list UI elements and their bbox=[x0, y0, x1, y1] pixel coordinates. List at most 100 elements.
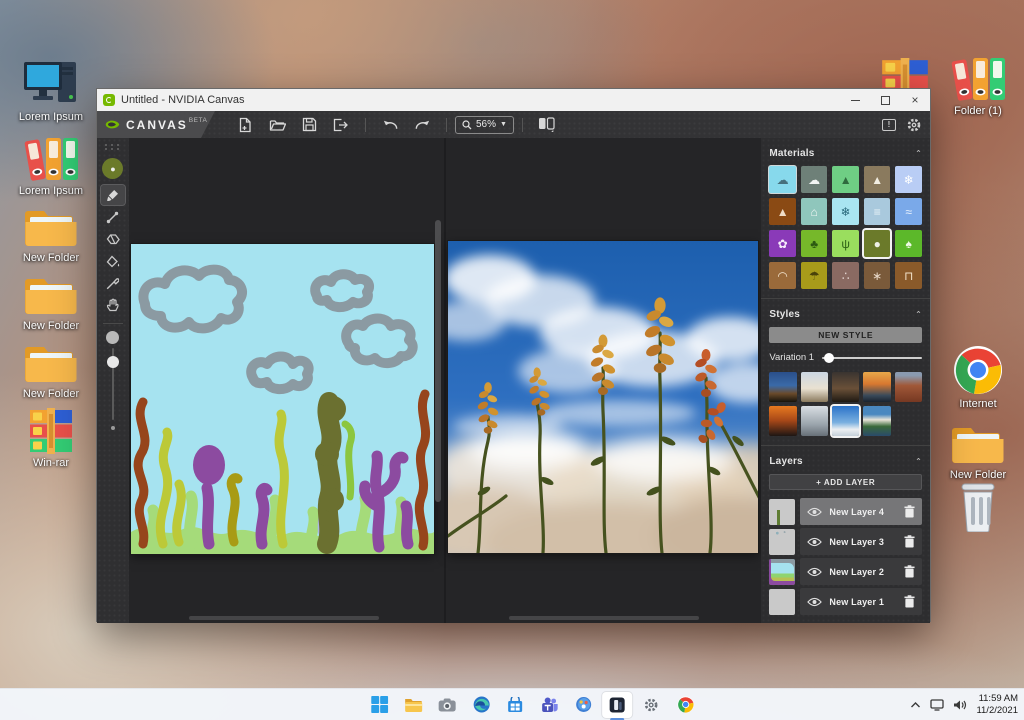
styles-collapse-icon[interactable]: ⌃ bbox=[915, 310, 922, 319]
material-rock[interactable]: ∗ bbox=[863, 262, 891, 289]
layer-thumbnail[interactable] bbox=[769, 588, 796, 615]
canvas-split-divider[interactable] bbox=[443, 138, 446, 623]
material-clouds[interactable]: ☁ bbox=[800, 166, 828, 193]
taskbar-file-explorer[interactable] bbox=[398, 692, 428, 718]
add-layer-button[interactable]: + ADD LAYER bbox=[769, 474, 922, 490]
taskbar-teams[interactable] bbox=[534, 692, 564, 718]
zoom-control[interactable]: 56% ▼ bbox=[455, 115, 514, 134]
layer-delete-trash-icon[interactable] bbox=[904, 565, 915, 578]
desktop-icon-winrar[interactable]: Win-rar bbox=[12, 408, 90, 470]
material-wood[interactable]: ⊓ bbox=[895, 262, 922, 289]
line-tool[interactable] bbox=[101, 207, 125, 227]
taskbar-camera[interactable] bbox=[432, 692, 462, 718]
material-ice[interactable]: ❄ bbox=[832, 198, 859, 225]
fill-tool[interactable] bbox=[101, 251, 125, 271]
feedback-icon[interactable]: ! bbox=[882, 118, 896, 131]
painting-canvas[interactable] bbox=[130, 244, 434, 554]
desktop-icon-lorem-ipsum-binders[interactable]: Lorem Ipsum bbox=[12, 136, 90, 198]
desktop-icon-new-folder-2[interactable]: New Folder bbox=[12, 271, 90, 333]
maximize-button[interactable] bbox=[870, 89, 900, 111]
window-titlebar[interactable]: Untitled - NVIDIA Canvas × bbox=[97, 89, 930, 111]
split-view-button[interactable] bbox=[534, 114, 560, 136]
variation-slider-thumb[interactable] bbox=[824, 352, 835, 363]
right-pane-horizontal-scrollbar[interactable] bbox=[508, 616, 699, 620]
tray-expand-chevron-icon[interactable] bbox=[910, 701, 921, 709]
export-button[interactable] bbox=[328, 114, 354, 136]
style-thumbnail-red-rocks[interactable] bbox=[894, 372, 922, 402]
layer-delete-trash-icon[interactable] bbox=[904, 595, 915, 608]
desktop-icon-lorem-ipsum-pc[interactable]: Lorem Ipsum bbox=[12, 58, 90, 124]
material-flowers[interactable]: ✿ bbox=[769, 230, 796, 257]
styles-header[interactable]: Styles ⌃ bbox=[769, 309, 922, 320]
layer-row-new-layer-2[interactable]: New Layer 2 bbox=[769, 558, 922, 585]
material-grass[interactable]: ψ bbox=[832, 230, 859, 257]
material-trees[interactable]: ♠ bbox=[895, 230, 922, 257]
taskbar-edge[interactable] bbox=[466, 692, 496, 718]
canvas-vertical-scrollbar[interactable] bbox=[434, 220, 441, 502]
layers-collapse-icon[interactable]: ⌃ bbox=[915, 457, 922, 466]
materials-collapse-icon[interactable]: ⌃ bbox=[915, 149, 922, 158]
taskbar-clock[interactable]: 11:59 AM 11/2/2021 bbox=[976, 693, 1018, 717]
taskbar-chrome[interactable] bbox=[670, 692, 700, 718]
save-button[interactable] bbox=[296, 114, 322, 136]
variation-slider[interactable] bbox=[822, 352, 922, 363]
style-thumbnail-dark-canyon[interactable] bbox=[832, 372, 860, 402]
material-fence[interactable]: ≡ bbox=[863, 198, 891, 225]
material-dirt[interactable]: ▲ bbox=[769, 198, 796, 225]
redo-button[interactable] bbox=[409, 114, 435, 136]
desktop-icon-new-folder-1[interactable]: New Folder bbox=[12, 203, 90, 265]
material-bush[interactable]: ♣ bbox=[800, 230, 828, 257]
layer-row-new-layer-4[interactable]: New Layer 4 bbox=[769, 498, 922, 525]
material-mountain[interactable]: ▲ bbox=[863, 166, 891, 193]
layer-thumbnail[interactable] bbox=[769, 558, 796, 585]
material-snow[interactable]: ❄ bbox=[895, 166, 922, 193]
layers-header[interactable]: Layers ⌃ bbox=[769, 456, 922, 467]
taskbar-nvidia-canvas[interactable] bbox=[602, 691, 633, 720]
open-file-button[interactable] bbox=[264, 114, 290, 136]
desktop-icon-internet[interactable]: Internet bbox=[939, 345, 1017, 411]
eraser-tool[interactable] bbox=[101, 229, 125, 249]
layer-delete-trash-icon[interactable] bbox=[904, 505, 915, 518]
left-pane-horizontal-scrollbar[interactable] bbox=[188, 616, 379, 620]
pan-tool[interactable] bbox=[101, 295, 125, 315]
taskbar-paint-3d[interactable] bbox=[568, 692, 598, 718]
brush-tool[interactable] bbox=[99, 184, 126, 206]
new-file-button[interactable] bbox=[232, 114, 258, 136]
layer-visibility-eye-icon[interactable] bbox=[807, 567, 823, 577]
layer-visibility-eye-icon[interactable] bbox=[807, 507, 823, 517]
material-stone[interactable]: ● bbox=[863, 230, 891, 257]
desktop-icon-recycle-bin[interactable] bbox=[939, 482, 1017, 535]
layer-row-new-layer-3[interactable]: New Layer 3 bbox=[769, 528, 922, 555]
taskbar-settings[interactable] bbox=[636, 692, 666, 718]
style-thumbnail-blue-sky-clouds[interactable] bbox=[832, 406, 860, 436]
settings-gear-icon[interactable] bbox=[906, 117, 922, 133]
material-hills[interactable]: ▲ bbox=[832, 166, 859, 193]
style-thumbnail-sunset-lake[interactable] bbox=[863, 372, 891, 402]
eyedropper-tool[interactable] bbox=[101, 273, 125, 293]
undo-button[interactable] bbox=[377, 114, 403, 136]
minimize-button[interactable] bbox=[840, 89, 870, 111]
brush-size-slider[interactable] bbox=[106, 348, 119, 420]
layer-delete-trash-icon[interactable] bbox=[904, 535, 915, 548]
material-sky[interactable]: ☁ bbox=[769, 166, 796, 193]
new-style-button[interactable]: NEW STYLE bbox=[769, 327, 922, 343]
desktop-icon-new-folder-3[interactable]: New Folder bbox=[12, 339, 90, 401]
layer-visibility-eye-icon[interactable] bbox=[807, 537, 823, 547]
material-water[interactable]: ≈ bbox=[895, 198, 922, 225]
brush-size-slider-thumb[interactable] bbox=[106, 356, 119, 368]
style-thumbnail-misty-peaks[interactable] bbox=[800, 406, 829, 436]
style-thumbnail-mountain-dusk[interactable] bbox=[769, 372, 797, 402]
material-fog[interactable]: ⌂ bbox=[800, 198, 828, 225]
material-sand[interactable]: ◠ bbox=[769, 262, 796, 289]
taskbar-store[interactable] bbox=[500, 692, 530, 718]
material-gravel[interactable]: ∴ bbox=[832, 262, 859, 289]
style-thumbnail-bright-clouds[interactable] bbox=[800, 372, 829, 402]
tray-network-icon[interactable] bbox=[930, 698, 945, 711]
style-thumbnail-orange-sunset[interactable] bbox=[769, 406, 797, 436]
desktop-icon-folder-1-binders[interactable]: Folder (1) bbox=[939, 56, 1017, 118]
active-material-preview[interactable]: ● bbox=[102, 158, 124, 179]
layer-thumbnail[interactable] bbox=[769, 528, 796, 555]
toolstrip-grip-handle[interactable] bbox=[104, 144, 121, 150]
layer-visibility-eye-icon[interactable] bbox=[807, 597, 823, 607]
materials-header[interactable]: Materials ⌃ bbox=[769, 148, 922, 159]
